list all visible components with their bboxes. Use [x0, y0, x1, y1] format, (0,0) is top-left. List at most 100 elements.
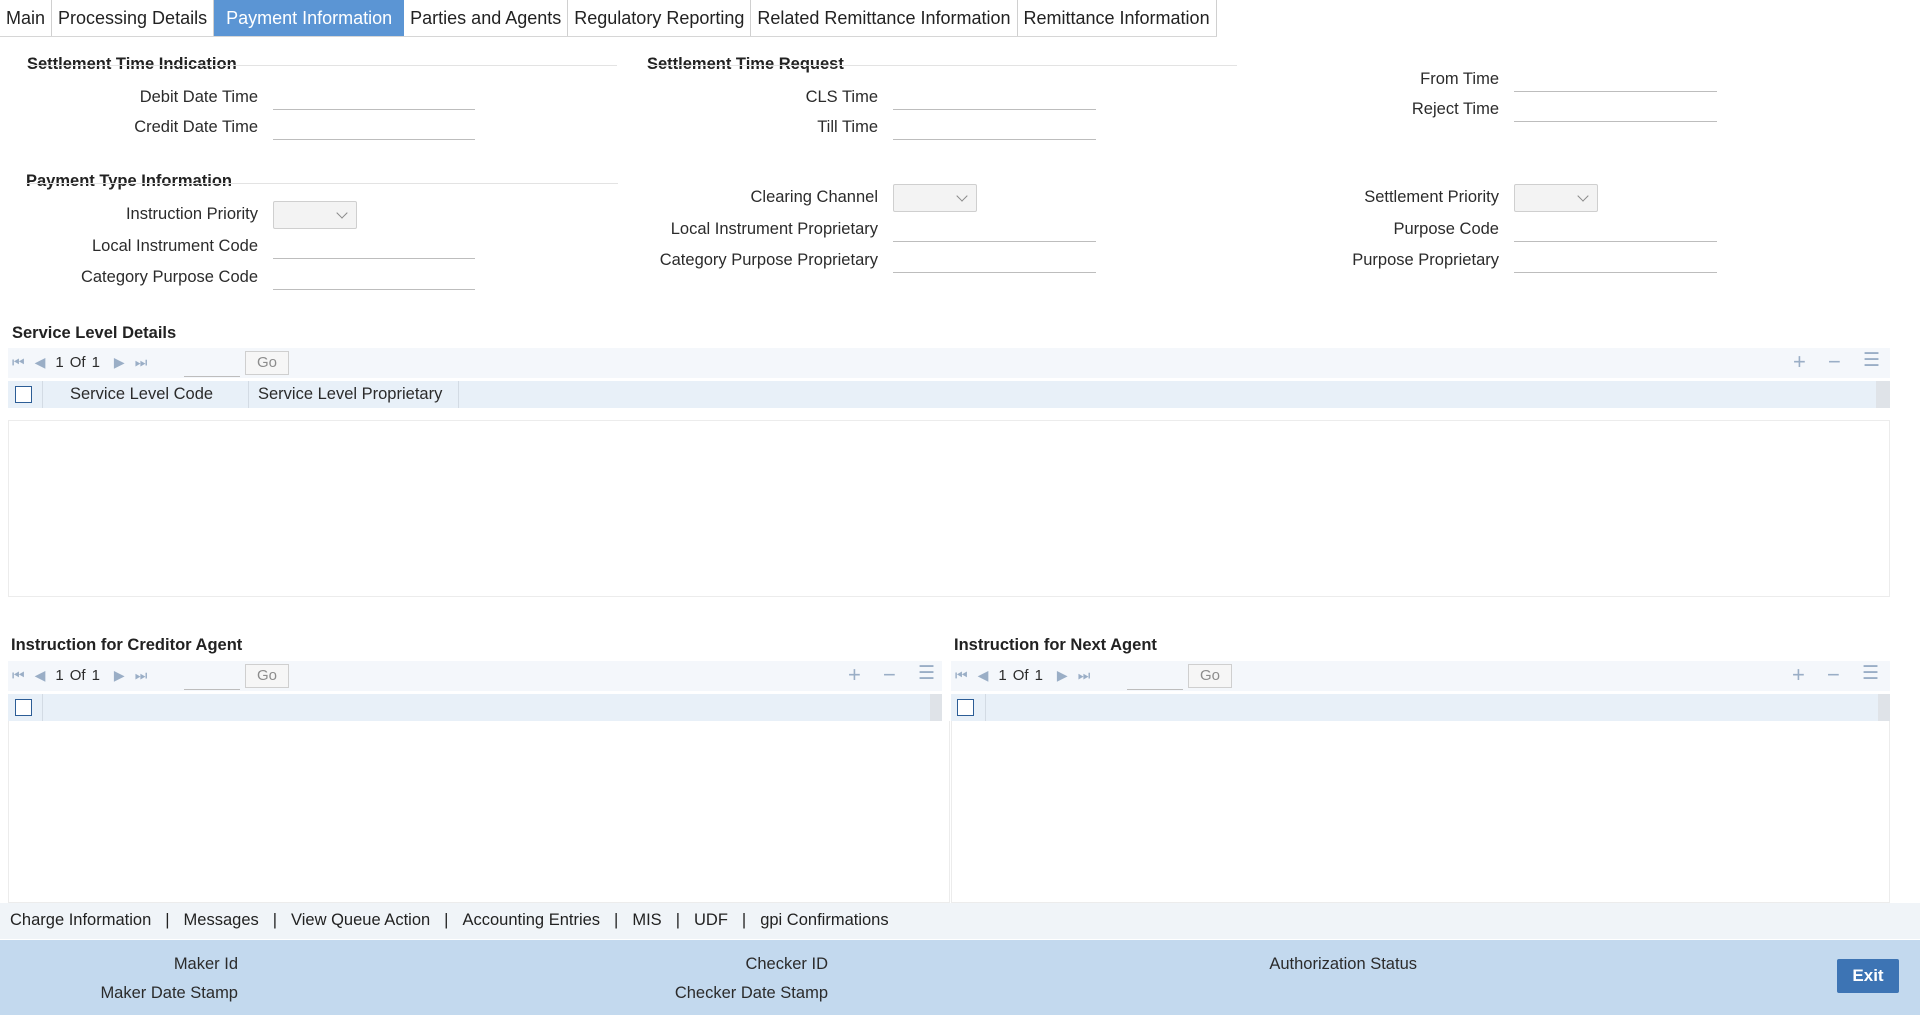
link-mis[interactable]: MIS	[632, 911, 661, 929]
column-header-service-level-proprietary[interactable]: Service Level Proprietary	[258, 385, 442, 404]
next-agent-grid-toolbar: ⏮ ◀ 1 Of 1 ▶ ⏭ Go + − ☰	[951, 661, 1890, 691]
column-header-service-level-code[interactable]: Service Level Code	[70, 385, 213, 404]
tab-main[interactable]: Main	[0, 0, 53, 36]
add-row-icon[interactable]: +	[848, 664, 861, 686]
tab-payment-information[interactable]: Payment Information	[214, 0, 405, 36]
delete-row-icon[interactable]: −	[883, 664, 896, 686]
link-charge-information[interactable]: Charge Information	[10, 911, 151, 929]
link-gpi-confirmations[interactable]: gpi Confirmations	[760, 911, 888, 929]
previous-page-icon[interactable]: ◀	[35, 354, 46, 371]
debit-date-time-input[interactable]	[273, 86, 475, 110]
first-page-icon[interactable]: ⏮	[12, 354, 25, 371]
local-instrument-code-label: Local Instrument Code	[91, 237, 258, 255]
clearing-channel-select[interactable]	[893, 184, 977, 212]
select-all-checkbox[interactable]	[15, 699, 32, 716]
tab-parties-and-agents[interactable]: Parties and Agents	[404, 0, 569, 36]
checker-date-stamp-label: Checker Date Stamp	[674, 984, 828, 1002]
credit-date-time-label: Credit Date Time	[134, 118, 258, 136]
section-title-instruction-for-next-agent: Instruction for Next Agent	[954, 636, 1157, 654]
credit-date-time-input[interactable]	[273, 116, 475, 140]
purpose-code-input[interactable]	[1514, 218, 1717, 242]
divider	[27, 65, 617, 66]
local-instrument-code-input[interactable]	[273, 235, 475, 259]
section-title-service-level-details: Service Level Details	[12, 324, 177, 342]
purpose-proprietary-label: Purpose Proprietary	[1352, 251, 1499, 269]
cls-time-input[interactable]	[893, 86, 1096, 110]
of-label: Of	[69, 354, 86, 371]
last-page-icon[interactable]: ⏭	[135, 354, 148, 371]
footer-links-bar: Charge Information | Messages | View Queue A…	[0, 903, 1920, 939]
clearing-channel-label: Clearing Channel	[750, 188, 879, 206]
creditor-agent-grid-body	[8, 721, 950, 903]
reject-time-input[interactable]	[1514, 98, 1717, 122]
link-accounting-entries[interactable]: Accounting Entries	[462, 911, 600, 929]
list-view-icon[interactable]: ☰	[1862, 664, 1879, 684]
go-button[interactable]: Go	[245, 664, 289, 688]
local-instrument-proprietary-input[interactable]	[893, 218, 1096, 242]
last-page-icon[interactable]: ⏭	[1078, 667, 1091, 684]
next-page-icon[interactable]: ▶	[114, 667, 125, 684]
section-title-instruction-for-creditor-agent: Instruction for Creditor Agent	[11, 636, 243, 654]
delete-row-icon[interactable]: −	[1828, 351, 1841, 373]
of-label: Of	[1012, 667, 1029, 684]
settlement-priority-select[interactable]	[1514, 184, 1598, 212]
till-time-input[interactable]	[893, 116, 1096, 140]
instruction-priority-select[interactable]	[273, 201, 357, 229]
next-page-icon[interactable]: ▶	[1057, 667, 1068, 684]
link-messages[interactable]: Messages	[184, 911, 259, 929]
vertical-scrollbar[interactable]	[1876, 381, 1890, 408]
total-pages: 1	[91, 667, 100, 684]
column-separator	[42, 694, 43, 721]
debit-date-time-label: Debit Date Time	[139, 88, 258, 106]
go-button[interactable]: Go	[245, 351, 289, 375]
previous-page-icon[interactable]: ◀	[978, 667, 989, 684]
separator: |	[272, 911, 278, 929]
category-purpose-code-input[interactable]	[273, 266, 475, 290]
link-view-queue-action[interactable]: View Queue Action	[291, 911, 430, 929]
local-instrument-proprietary-label: Local Instrument Proprietary	[670, 220, 878, 238]
previous-page-icon[interactable]: ◀	[35, 667, 46, 684]
next-page-icon[interactable]: ▶	[114, 354, 125, 371]
page-number-input[interactable]	[184, 352, 240, 377]
link-udf[interactable]: UDF	[694, 911, 728, 929]
select-all-checkbox[interactable]	[15, 386, 32, 403]
select-all-checkbox[interactable]	[957, 699, 974, 716]
first-page-icon[interactable]: ⏮	[955, 667, 968, 684]
tab-related-remittance-information[interactable]: Related Remittance Information	[751, 0, 1018, 36]
purpose-proprietary-input[interactable]	[1514, 249, 1717, 273]
exit-button[interactable]: Exit	[1837, 959, 1899, 993]
last-page-icon[interactable]: ⏭	[135, 667, 148, 684]
tab-regulatory-reporting[interactable]: Regulatory Reporting	[568, 0, 752, 36]
creditor-agent-grid-toolbar: ⏮ ◀ 1 Of 1 ▶ ⏭ Go + − ☰	[8, 661, 942, 691]
category-purpose-proprietary-label: Category Purpose Proprietary	[659, 251, 878, 269]
maker-id-label: Maker Id	[173, 955, 238, 973]
tab-processing-details[interactable]: Processing Details	[52, 0, 215, 36]
authorization-status-label: Authorization Status	[1269, 955, 1417, 973]
chevron-down-icon	[336, 207, 348, 219]
column-separator	[985, 694, 986, 721]
page-number-input[interactable]	[184, 665, 240, 690]
checker-id-label: Checker ID	[745, 955, 828, 973]
vertical-scrollbar[interactable]	[930, 694, 942, 721]
add-row-icon[interactable]: +	[1792, 664, 1805, 686]
tab-remittance-information[interactable]: Remittance Information	[1018, 0, 1217, 36]
chevron-down-icon	[956, 190, 968, 202]
divider	[26, 183, 618, 184]
from-time-input[interactable]	[1514, 68, 1717, 92]
total-pages: 1	[91, 354, 100, 371]
category-purpose-code-label: Category Purpose Code	[80, 268, 258, 286]
list-view-icon[interactable]: ☰	[918, 664, 935, 684]
go-button[interactable]: Go	[1188, 664, 1232, 688]
separator: |	[444, 911, 449, 929]
creditor-agent-grid-header	[8, 694, 930, 721]
separator: |	[741, 911, 747, 929]
category-purpose-proprietary-input[interactable]	[893, 249, 1096, 273]
add-row-icon[interactable]: +	[1793, 351, 1806, 373]
page-number-input[interactable]	[1127, 665, 1183, 690]
current-page: 1	[998, 667, 1007, 684]
list-view-icon[interactable]: ☰	[1863, 351, 1880, 371]
vertical-scrollbar[interactable]	[1878, 694, 1890, 721]
delete-row-icon[interactable]: −	[1827, 664, 1840, 686]
first-page-icon[interactable]: ⏮	[12, 667, 25, 684]
column-separator	[42, 381, 43, 408]
